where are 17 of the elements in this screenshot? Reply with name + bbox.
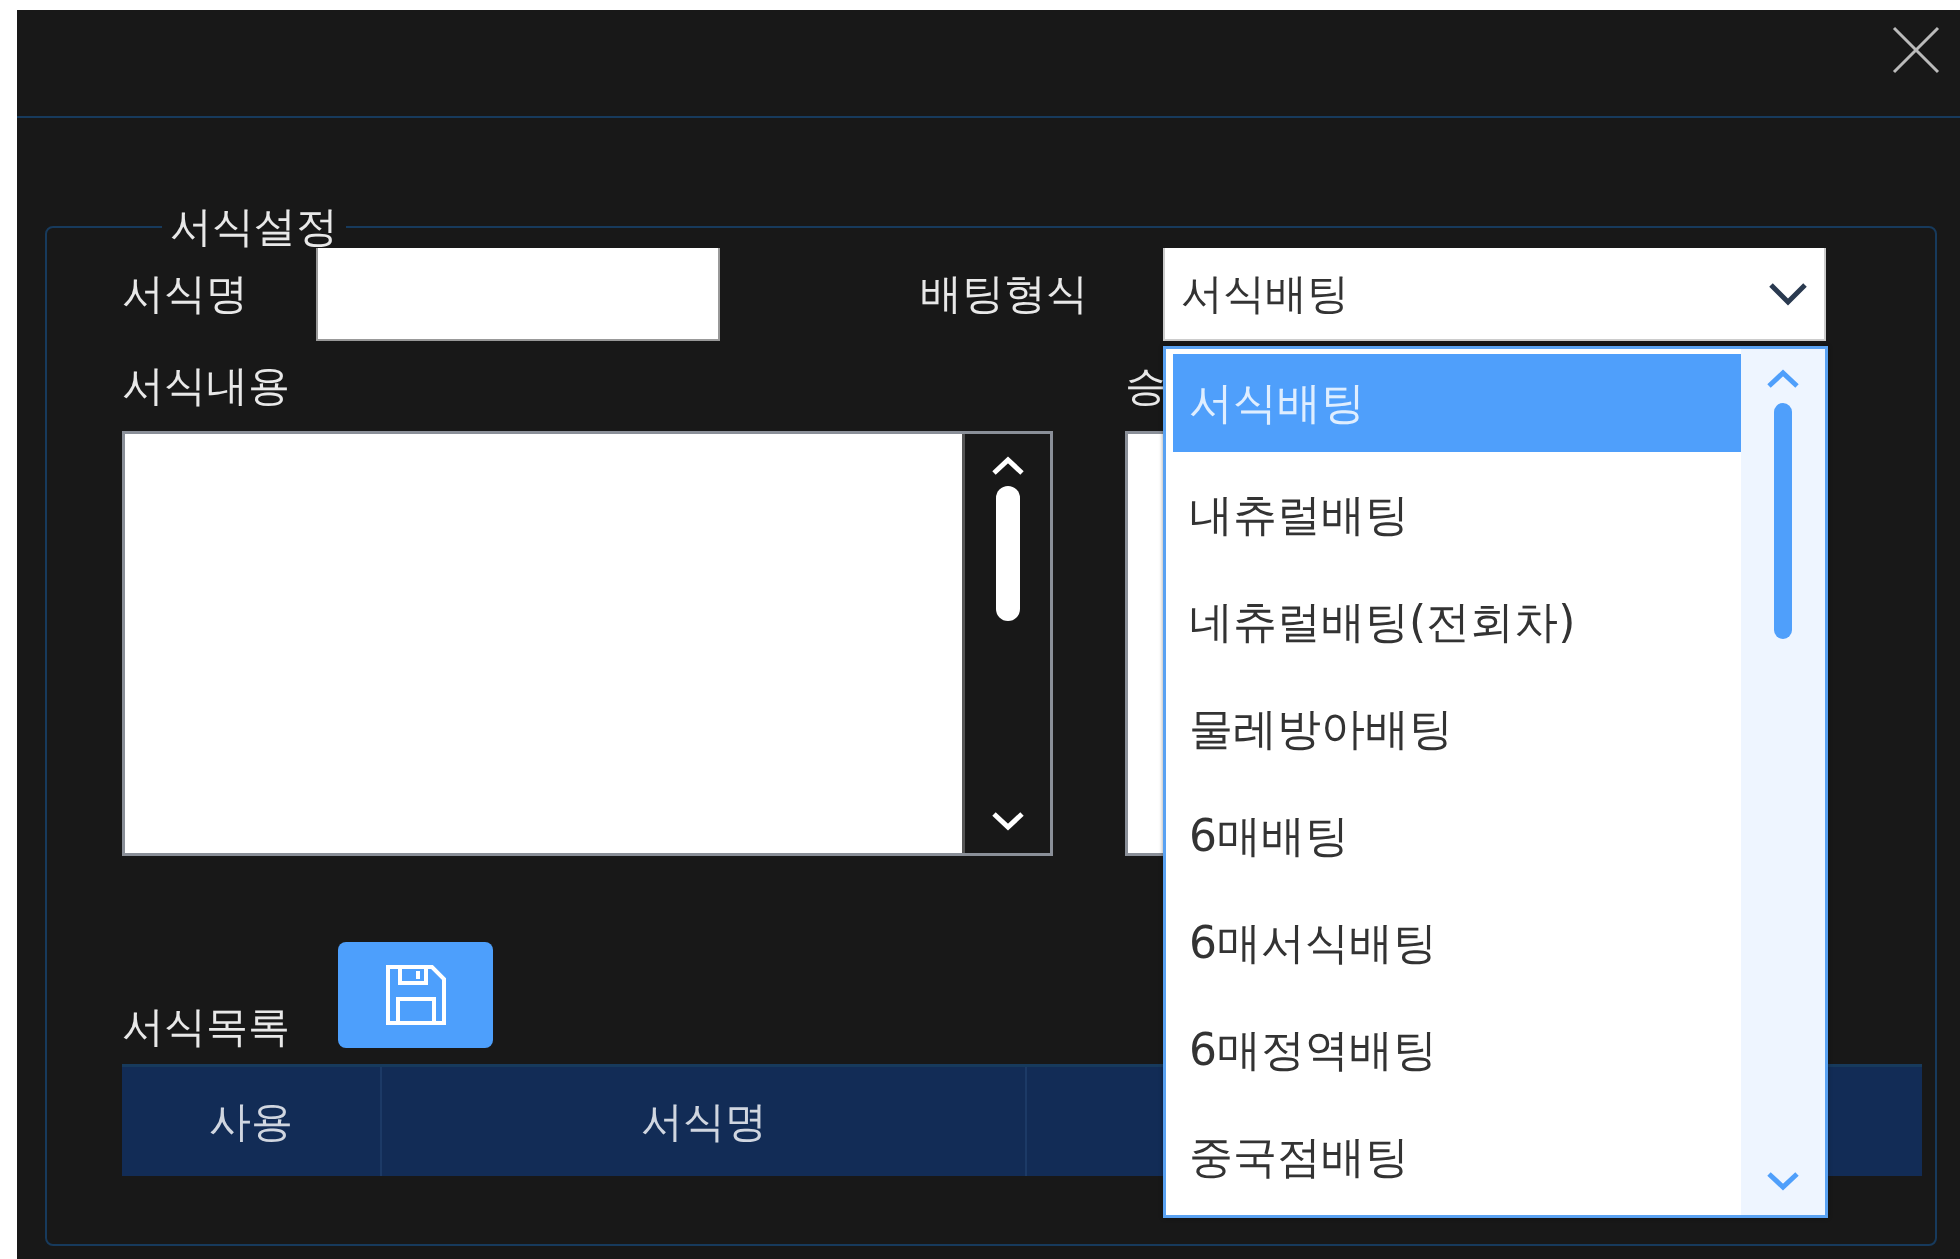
dropdown-option[interactable]: 네츄럴배팅(전회차) (1173, 568, 1741, 675)
dropdown-option[interactable]: 6매서식배팅 (1173, 889, 1741, 996)
dropdown-option[interactable]: 물레방아배팅 (1173, 675, 1741, 782)
dropdown-option[interactable]: 중국점배팅 (1173, 1103, 1741, 1210)
bet-type-dropdown[interactable]: 서식배팅 (1163, 246, 1826, 341)
section-title: 서식설정 (169, 208, 339, 248)
dropdown-option[interactable]: 내츄럴배팅 (1173, 461, 1741, 568)
dropdown-option[interactable]: 6매정역배팅 (1173, 996, 1741, 1103)
dropdown-option[interactable]: 6매배팅 (1173, 782, 1741, 889)
column-header[interactable]: 사용 (122, 1067, 382, 1176)
field-label: 서식명 (122, 272, 248, 315)
section-label: 서식목록 (122, 1006, 290, 1048)
column-header[interactable]: 서식명 (382, 1067, 1027, 1176)
selected-value: 서식배팅 (1181, 268, 1349, 320)
field-label: 서식내용 (122, 365, 291, 407)
field-label: 승 (1125, 365, 1167, 407)
field-label: 배팅형식 (920, 272, 1089, 315)
